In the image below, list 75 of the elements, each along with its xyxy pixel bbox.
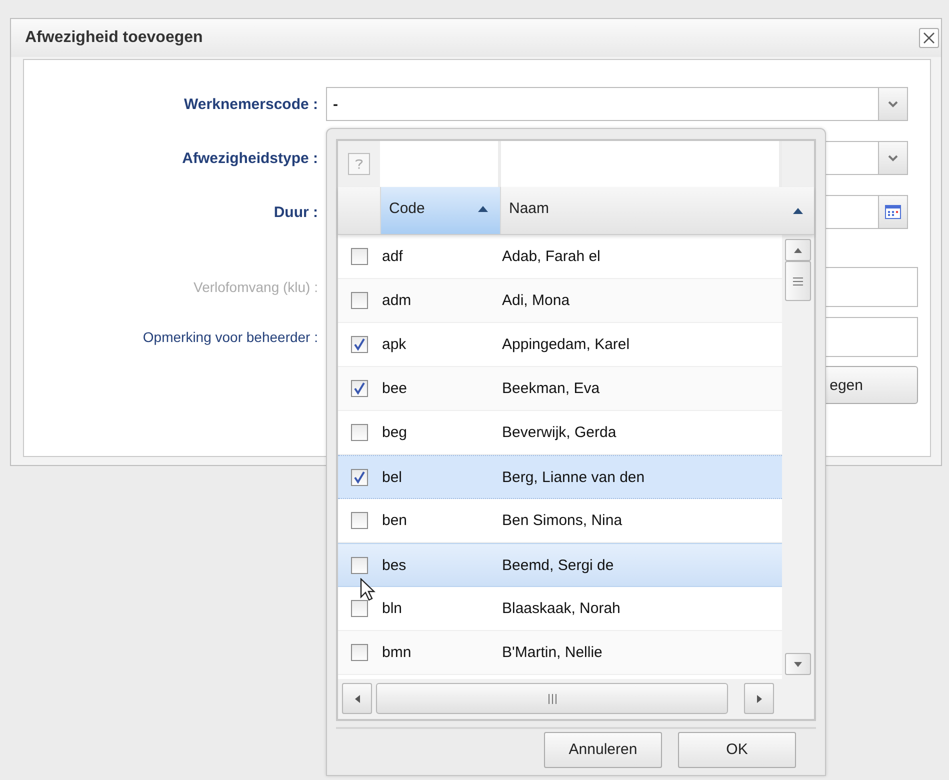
code-cell-text: bln xyxy=(381,600,404,617)
name-cell-text: Blaaskaak, Norah xyxy=(501,600,622,617)
field-label: Opmerking voor beheerder : xyxy=(142,329,318,345)
chevron-down-icon xyxy=(888,100,898,108)
dropdown-button[interactable] xyxy=(878,88,907,120)
name-cell-text: Beemd, Sergi de xyxy=(501,556,615,574)
column-header[interactable]: Naam xyxy=(500,187,782,234)
vertical-scrollbar[interactable] xyxy=(782,235,814,679)
code-cell-text: beg xyxy=(381,424,408,441)
arrow-left-icon xyxy=(354,694,360,702)
code-cell-text: apk xyxy=(381,336,408,353)
dialog-button[interactable]: Annuleren xyxy=(544,732,662,768)
scroll-right-button[interactable] xyxy=(744,683,774,714)
field-label: Duur : xyxy=(272,204,318,220)
list-row[interactable]: adm Adi, Mona xyxy=(338,279,782,323)
field-value: - xyxy=(332,96,338,112)
field-label: Verlofomvang (klu) : xyxy=(192,279,318,295)
checkbox[interactable] xyxy=(350,248,368,265)
name-cell-text: B'Martin, Nellie xyxy=(501,644,604,661)
field-label: Werknemerscode : xyxy=(183,96,318,112)
scroll-down-button[interactable] xyxy=(785,653,811,675)
name-cell-text: Appingedam, Karel xyxy=(501,336,631,353)
checkbox[interactable] xyxy=(350,600,368,617)
grip-icon xyxy=(793,276,803,286)
checkbox[interactable] xyxy=(350,292,368,309)
checkbox[interactable] xyxy=(350,468,368,486)
scroll-thumb[interactable] xyxy=(785,261,811,301)
name-cell-text: Beverwijk, Gerda xyxy=(501,424,618,441)
calendar-icon xyxy=(885,205,901,219)
code-cell-text: adm xyxy=(381,292,412,309)
list-row[interactable]: bmn B'Martin, Nellie xyxy=(338,631,782,675)
sort-ascending-icon xyxy=(478,206,488,212)
scroll-up-button[interactable] xyxy=(785,239,811,261)
checkbox[interactable] xyxy=(350,336,368,353)
dropdown-field[interactable]: - xyxy=(326,87,908,121)
grip-icon xyxy=(548,694,556,704)
help-icon[interactable] xyxy=(348,153,370,175)
name-cell-text: Adi, Mona xyxy=(501,292,571,309)
arrow-down-icon xyxy=(794,662,802,666)
checkbox[interactable] xyxy=(350,380,368,397)
code-cell-text: adf xyxy=(381,248,404,265)
close-icon xyxy=(923,32,935,44)
name-cell-text: Adab, Farah el xyxy=(501,248,602,265)
name-cell-text: Ben Simons, Nina xyxy=(501,512,624,529)
list-row[interactable]: bee Beekman, Eva xyxy=(338,367,782,411)
checkbox[interactable] xyxy=(350,424,368,441)
list-row[interactable]: bes Beemd, Sergi de xyxy=(338,543,782,587)
checkbox[interactable] xyxy=(350,644,368,661)
horizontal-scrollbar[interactable] xyxy=(342,683,774,714)
list-row[interactable]: bel Berg, Lianne van den xyxy=(338,455,782,499)
code-cell-text: bel xyxy=(381,468,404,486)
column-header[interactable]: Code xyxy=(380,187,500,234)
code-cell-text: bes xyxy=(381,556,408,574)
scroll-top-icon[interactable] xyxy=(793,208,803,214)
dropdown-button[interactable] xyxy=(878,142,907,174)
code-cell-text: ben xyxy=(381,512,408,529)
code-filter-field[interactable] xyxy=(380,141,501,187)
name-filter-field[interactable] xyxy=(501,141,782,187)
arrow-right-icon xyxy=(756,694,762,702)
dialog-title: Afwezigheid toevoegen xyxy=(25,29,203,47)
scroll-thumb[interactable] xyxy=(376,683,728,714)
name-cell-text: Berg, Lianne van den xyxy=(501,468,646,486)
checkbox[interactable] xyxy=(350,556,368,574)
dialog-button[interactable]: OK xyxy=(678,732,796,768)
chevron-down-icon xyxy=(888,154,898,162)
checkbox[interactable] xyxy=(350,512,368,529)
calendar-button[interactable] xyxy=(878,196,907,228)
arrow-up-icon xyxy=(794,248,802,252)
mouse-pointer-icon xyxy=(360,578,376,602)
code-cell-text: bmn xyxy=(381,644,412,661)
field-label: Afwezigheidstype : xyxy=(181,150,318,166)
scroll-left-button[interactable] xyxy=(342,683,372,714)
close-button[interactable] xyxy=(919,28,939,48)
code-cell-text: bee xyxy=(381,380,408,397)
name-cell-text: Beekman, Eva xyxy=(501,380,601,397)
